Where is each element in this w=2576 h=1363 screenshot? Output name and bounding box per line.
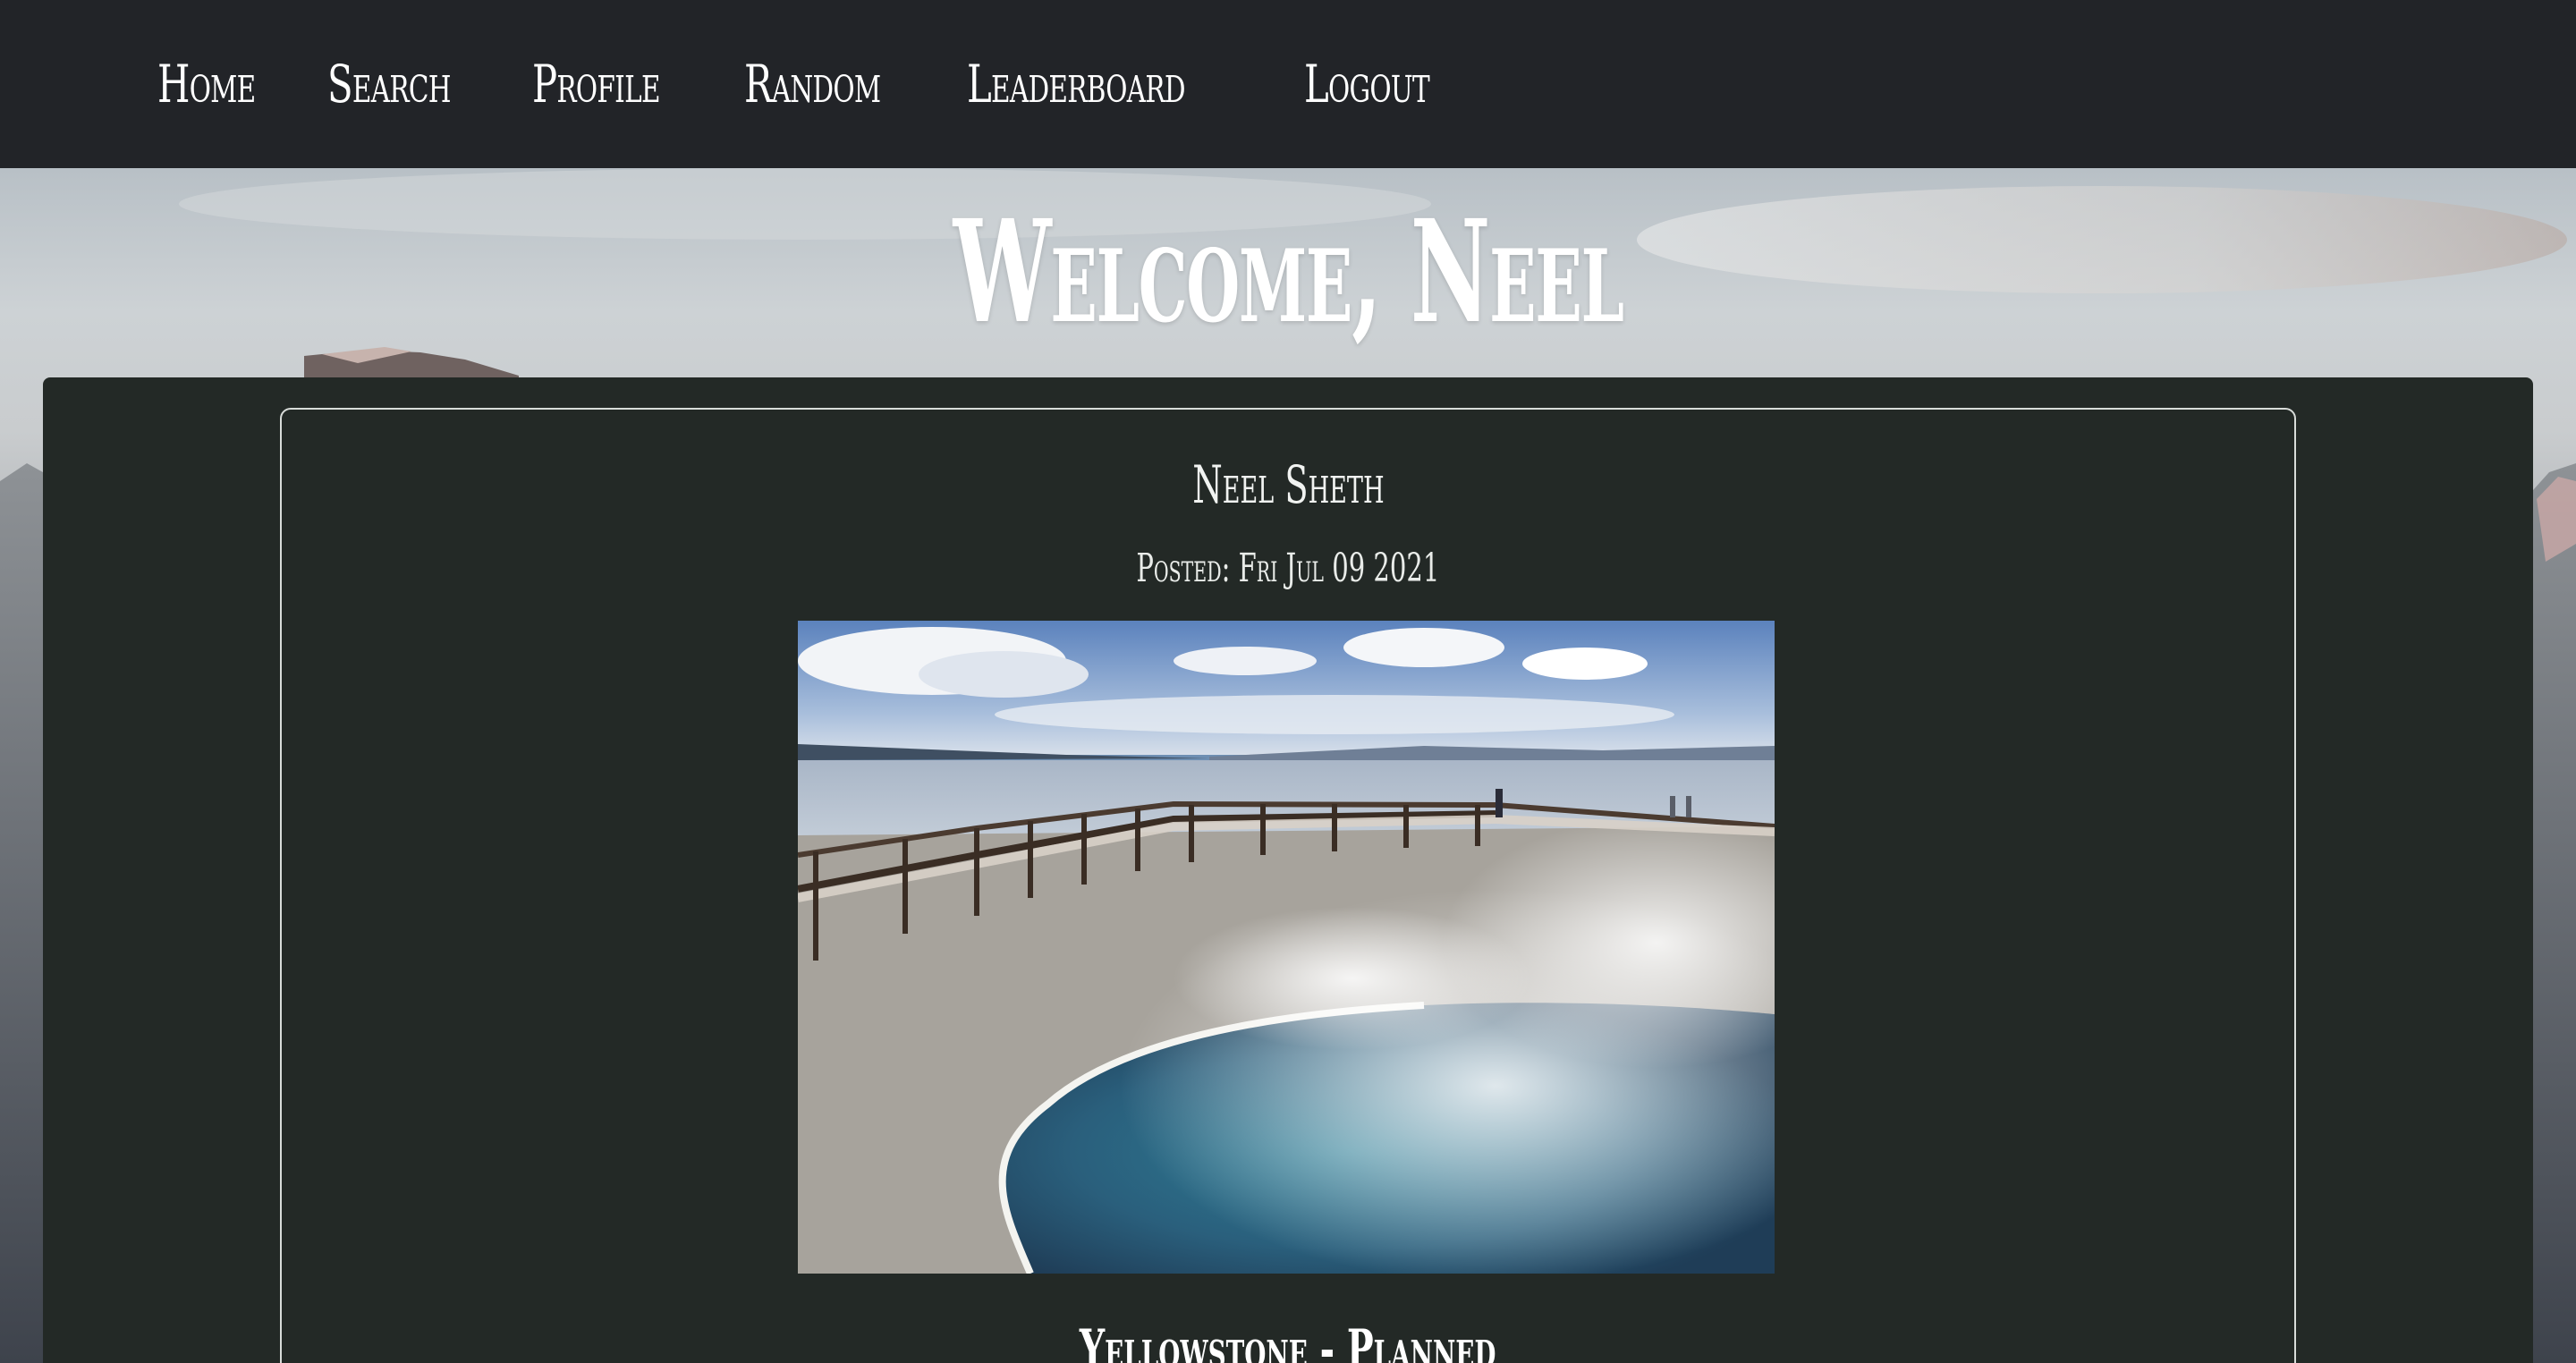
post-author[interactable]: Neel Sheth [282, 454, 2294, 515]
post-date: Posted: Fri Jul 09 2021 [282, 546, 2294, 591]
page: Home Search Profile Random Leaderboard L… [0, 0, 2576, 1363]
nav-profile-link[interactable]: Profile [532, 54, 661, 114]
nav-leaderboard-link[interactable]: Leaderboard [967, 54, 1186, 114]
nav-random-link[interactable]: Random [744, 54, 881, 114]
welcome-banner: Welcome, Neel [0, 168, 2576, 376]
top-navbar: Home Search Profile Random Leaderboard L… [0, 0, 2576, 168]
nav-search-link[interactable]: Search [327, 54, 451, 114]
main-panel: Neel Sheth Posted: Fri Jul 09 2021 Yello… [43, 377, 2533, 1363]
post-photo[interactable] [798, 621, 1775, 1274]
welcome-heading: Welcome, Neel [953, 189, 1623, 355]
post-title[interactable]: Yellowstone - Planned [282, 1318, 2294, 1363]
post-card: Neel Sheth Posted: Fri Jul 09 2021 Yello… [280, 408, 2296, 1363]
nav-logout-link[interactable]: Logout [1304, 54, 1430, 114]
post-title-text: Yellowstone - Planned [1080, 1318, 1496, 1363]
nav-home-link[interactable]: Home [157, 54, 256, 114]
post-date-text: Posted: Fri Jul 09 2021 [1136, 546, 1440, 591]
post-author-name: Neel Sheth [1191, 454, 1385, 515]
